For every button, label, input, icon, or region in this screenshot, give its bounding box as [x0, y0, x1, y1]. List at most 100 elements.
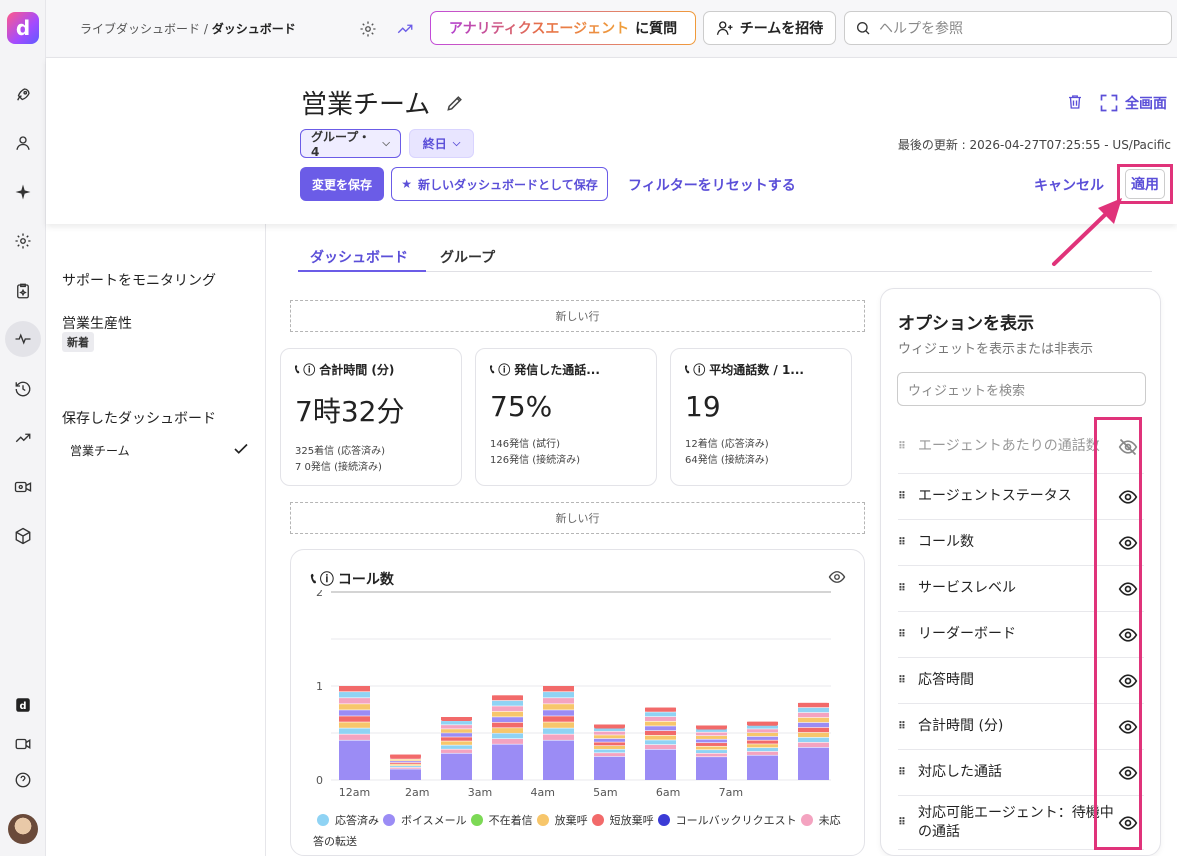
sparkle-icon[interactable] — [9, 178, 37, 206]
invite-team-button[interactable]: チームを招待 — [703, 11, 836, 45]
drag-handle-icon[interactable]: ⠿ — [898, 629, 918, 640]
eye-icon[interactable] — [828, 568, 846, 586]
history-icon[interactable] — [9, 375, 37, 403]
legend-item[interactable]: ボイスメール — [379, 814, 467, 827]
drag-handle-icon[interactable]: ⠿ — [898, 491, 918, 502]
help-icon[interactable] — [9, 766, 37, 794]
video-icon[interactable] — [9, 730, 37, 758]
legend-item[interactable]: 不在着信 — [467, 814, 533, 827]
info-icon: ⓘ — [303, 363, 316, 377]
x-tick-label: 4am — [530, 786, 554, 799]
kpi-value: 19 — [685, 390, 721, 423]
drag-handle-icon[interactable]: ⠿ — [898, 817, 918, 828]
breadcrumb-separator: / — [200, 22, 212, 36]
tab-dashboard[interactable]: ダッシュボード — [310, 247, 408, 267]
bar-segment — [594, 731, 625, 735]
bar-segment — [696, 743, 727, 746]
cube-icon[interactable] — [9, 522, 37, 550]
kpi-card-total-time[interactable]: 📞︎ ⓘ 合計時間 (分) 7時32分 325着信 (応答済み) 7 0発信 (接続済… — [280, 348, 462, 486]
group-filter-chip[interactable]: グループ・4 ⌵ — [300, 129, 401, 159]
bar-segment — [747, 755, 778, 780]
brand-small-icon[interactable]: d — [9, 691, 37, 719]
call-volume-chart: 2 1 0 12am 2am 3am 4am 5am 6am 7am — [316, 590, 831, 799]
sidebar-item-sales-team[interactable]: 営業チーム — [70, 442, 130, 459]
drag-handle-icon[interactable]: ⠿ — [898, 537, 918, 548]
avatar[interactable] — [8, 814, 38, 844]
fullscreen-button[interactable]: 全画面 — [1099, 93, 1167, 113]
left-nav-rail: d d — [0, 0, 46, 856]
bar-segment — [747, 725, 778, 729]
trend-icon[interactable] — [394, 18, 416, 40]
bar-segment — [492, 733, 523, 739]
time-filter-chip[interactable]: 終日 ⌵ — [409, 129, 474, 158]
visibility-toggles-highlight — [1094, 417, 1142, 850]
bar-segment — [543, 728, 574, 734]
chevron-down-icon: ⌵ — [382, 138, 390, 149]
save-as-new-dashboard-button[interactable]: ★ 新しいダッシュボードとして保存 — [391, 167, 608, 201]
rocket-icon[interactable] — [9, 81, 37, 109]
saved-dashboards-heading: 保存したダッシュボード — [62, 411, 216, 427]
user-icon[interactable] — [9, 129, 37, 157]
y-tick-label: 2 — [316, 590, 323, 599]
x-tick-label: 12am — [339, 786, 370, 799]
widget-option-label: 応答時間 — [918, 672, 974, 688]
widget-option-label: 対応した通話 — [918, 764, 1002, 780]
settings-icon[interactable] — [9, 227, 37, 255]
bar-cap — [543, 686, 574, 690]
legend-item[interactable]: 短放棄呼 — [588, 814, 654, 827]
clipboard-sparkle-icon[interactable] — [9, 277, 37, 305]
bar-segment — [696, 750, 727, 753]
widget-option-label: 対応可能エージェント：待機中の通話 — [918, 804, 1114, 840]
drag-handle-icon[interactable]: ⠿ — [898, 721, 918, 732]
legend-label: コールバックリクエスト — [675, 814, 797, 827]
pulse-icon[interactable] — [5, 321, 41, 357]
bar-segment — [441, 749, 472, 753]
trend-icon[interactable] — [9, 424, 37, 452]
gear-icon[interactable] — [357, 18, 379, 40]
trash-icon[interactable] — [1066, 93, 1084, 111]
drag-handle-icon[interactable]: ⠿ — [898, 675, 918, 686]
legend-item[interactable]: 応答済み — [313, 814, 379, 827]
cancel-button[interactable]: キャンセル — [1034, 175, 1104, 195]
bar-segment — [390, 759, 421, 761]
page-title: 営業チーム — [301, 90, 431, 120]
call-volume-chart-card[interactable]: 📞︎ ⓘ コール数 2 1 0 12am 2am 3am 4am 5am 6am 7am 応答済み ボイ… — [290, 549, 865, 856]
bar-segment — [798, 737, 829, 743]
kpi-value: 7時32分 — [295, 395, 405, 428]
legend-item[interactable]: コールバックリクエスト — [654, 814, 797, 827]
phone-icon: 📞︎ — [295, 362, 300, 376]
bar-segment — [390, 761, 421, 763]
tab-group[interactable]: グループ — [440, 247, 495, 267]
checkmark-icon — [234, 443, 248, 454]
sidebar-item-support-monitoring[interactable]: サポートをモニタリング — [62, 270, 216, 290]
star-icon: ★ — [401, 177, 413, 191]
bar-segment — [645, 730, 676, 736]
video-settings-icon[interactable] — [9, 473, 37, 501]
ask-analytics-agent-button[interactable]: アナリティクスエージェント に質問 — [430, 11, 696, 45]
bar-segment — [594, 738, 625, 742]
widget-search-input[interactable]: ウィジェットを検索 — [897, 372, 1146, 406]
sidebar-item-sales-productivity[interactable]: 営業生産性 — [62, 313, 132, 333]
bar-segment — [798, 707, 829, 713]
bar-segment — [645, 735, 676, 740]
y-tick-label: 1 — [316, 680, 323, 693]
drag-handle-icon[interactable]: ⠿ — [898, 583, 918, 594]
kpi-card-avg-calls[interactable]: 📞︎ ⓘ 平均通話数 / 1... 19 12着信 (応答済み) 64発信 (接続済み… — [670, 348, 852, 486]
legend-label: 放棄呼 — [554, 814, 588, 827]
pencil-icon[interactable] — [445, 93, 465, 113]
save-changes-button[interactable]: 変更を保存 — [300, 167, 384, 201]
reset-filters-link[interactable]: フィルターをリセットする — [628, 175, 796, 195]
new-row-dropzone[interactable]: 新しい行 — [290, 300, 865, 332]
apply-button[interactable]: 適用 — [1125, 169, 1165, 199]
invite-team-label: チームを招待 — [739, 21, 824, 37]
help-search-input[interactable]: ヘルプを参照 — [844, 11, 1172, 45]
legend-item[interactable]: 放棄呼 — [533, 814, 588, 827]
x-tick-label: 3am — [468, 786, 492, 799]
bar-segment — [492, 700, 523, 706]
app-logo[interactable]: d — [7, 12, 39, 44]
new-row-dropzone[interactable]: 新しい行 — [290, 502, 865, 534]
drag-handle-icon[interactable]: ⠿ — [898, 767, 918, 778]
breadcrumb-parent[interactable]: ライブダッシュボード — [80, 22, 200, 36]
drag-handle-icon[interactable]: ⠿ — [898, 441, 918, 452]
kpi-card-outbound-calls[interactable]: 📞︎ ⓘ 発信した通話... 75% 146発信 (試行) 126発信 (接続済み) — [475, 348, 657, 486]
